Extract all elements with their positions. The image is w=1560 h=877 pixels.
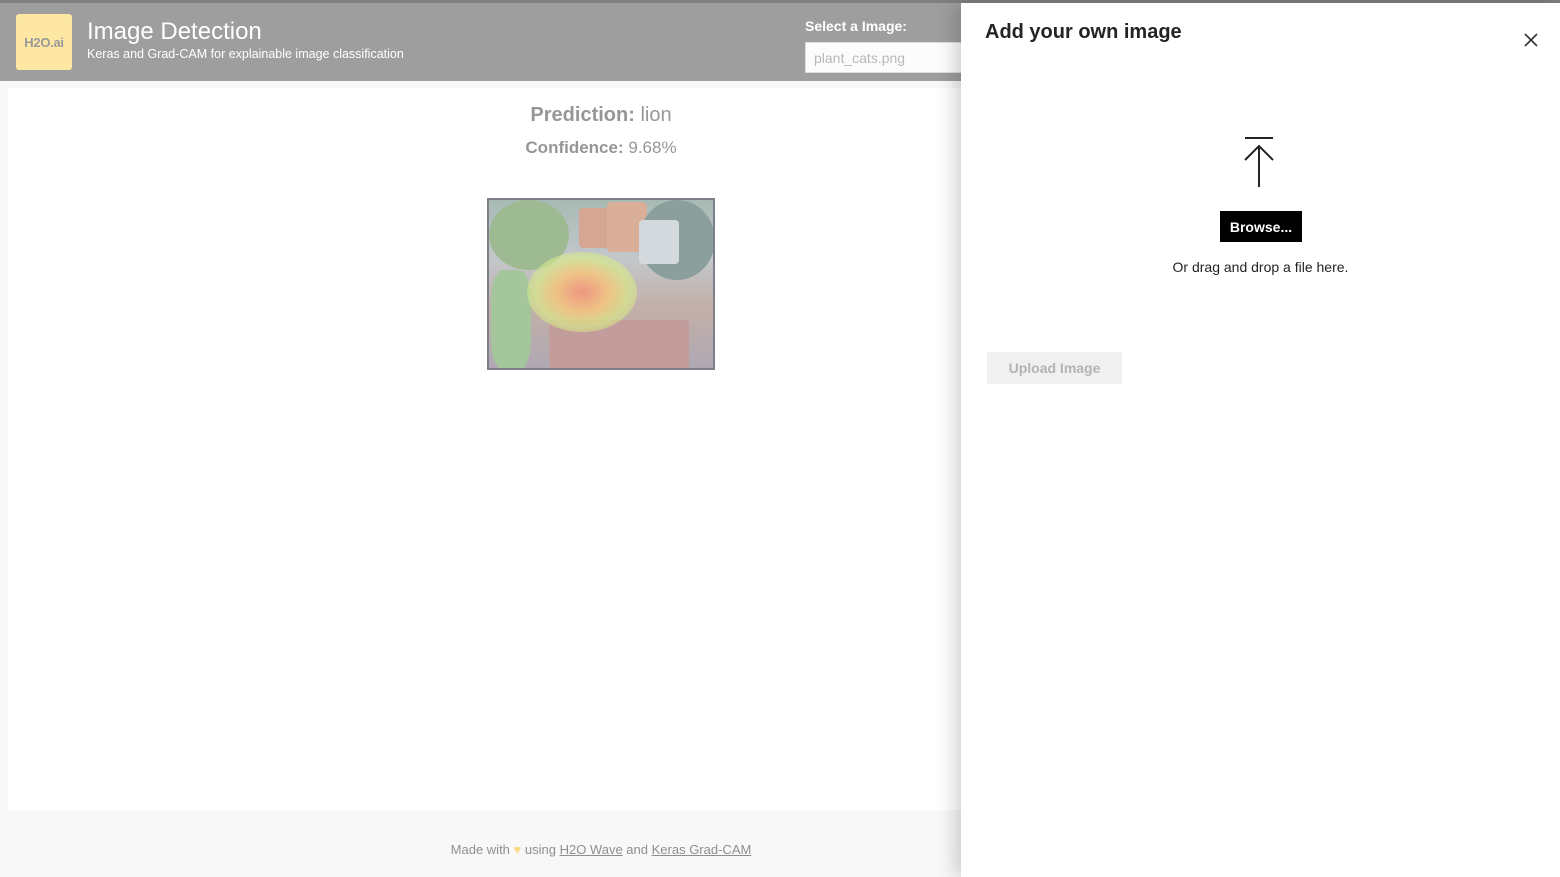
panel-title: Add your own image (985, 21, 1182, 43)
browse-button[interactable]: Browse... (1220, 211, 1302, 242)
upload-arrow-icon (1243, 136, 1275, 188)
add-image-side-panel: Add your own image Browse... Or drag and… (961, 3, 1560, 877)
upload-image-button[interactable]: Upload Image (987, 352, 1122, 384)
close-icon[interactable] (1519, 28, 1543, 52)
drag-drop-hint[interactable]: Or drag and drop a file here. (961, 259, 1560, 275)
